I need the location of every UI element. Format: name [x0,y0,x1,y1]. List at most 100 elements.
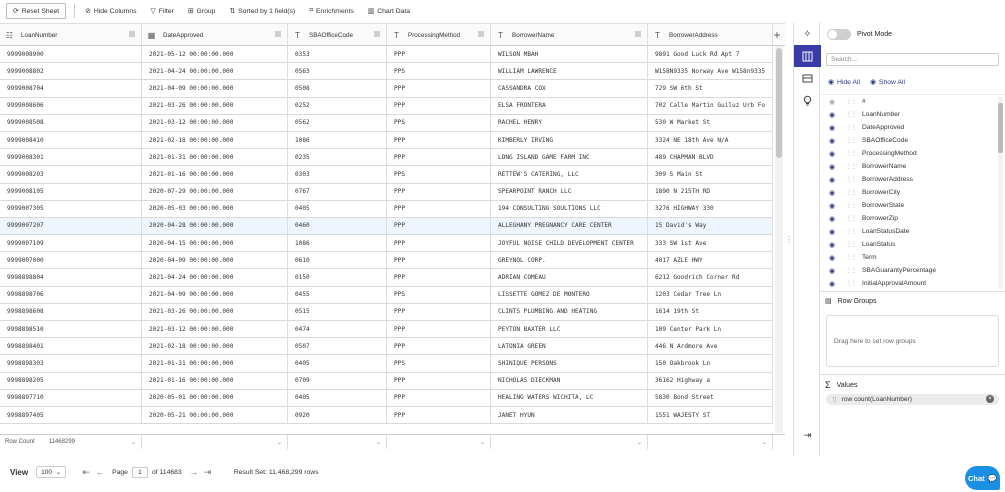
table-cell[interactable]: 446 N Ardmore Ave [648,338,773,355]
table-cell[interactable]: PPS [387,286,491,303]
table-cell[interactable]: NICHOLAS DIECKMAN [491,372,648,389]
table-cell[interactable]: PPP [387,406,491,424]
table-row[interactable]: 9999008606 2021-03-26 00:00:00.000 0252 PPP… [0,97,773,115]
table-cell[interactable]: 0235 [288,149,387,166]
table-cell[interactable]: ADRIAN COMEAU [491,269,648,286]
table-cell[interactable]: 9998898205 [0,372,142,389]
table-cell[interactable]: RETTEW'S CATERING, LLC [491,166,648,183]
table-cell[interactable]: 9998898303 [0,355,142,372]
column-header-borroweraddress[interactable]: T BorrowerAddress [648,24,773,46]
table-cell[interactable]: JOYFUL NOISE CHILD DEVELOPMENT CENTER [491,235,648,252]
drag-handle-icon[interactable]: ⋮⋮ [846,150,857,157]
chart-data-button[interactable]: ▥ Chart Data [362,3,416,19]
table-row[interactable]: 9998897405 2020-05-21 00:00:00.000 0920 PPP… [0,406,773,425]
table-cell[interactable]: 2021-01-31 00:00:00.000 [142,355,288,372]
table-cell[interactable]: PPP [387,303,491,320]
table-cell[interactable]: 1086 [288,131,387,149]
drag-handle-icon[interactable]: ⋮⋮ [846,98,857,105]
table-row[interactable]: 9999008410 2021-02-18 00:00:00.000 1086 PPP… [0,131,773,150]
table-cell[interactable]: 2021-01-31 00:00:00.000 [142,149,288,166]
group-button[interactable]: ⊞ Group [182,3,222,19]
table-cell[interactable]: 0563 [288,63,387,80]
table-row[interactable]: 9999008802 2021-04-24 00:00:00.000 0563 PPS… [0,63,773,81]
footer-aggregate-borroweraddress[interactable]: ⌄ [648,435,773,449]
table-row[interactable]: 9999008508 2021-03-12 00:00:00.000 0562 PPS… [0,114,773,132]
table-cell[interactable]: 2021-03-26 00:00:00.000 [142,97,288,114]
table-row[interactable]: 9999008105 2020-07-29 00:00:00.000 0767 PPP… [0,183,773,201]
drag-handle-icon[interactable]: ⋮⋮ [846,254,857,261]
drag-handle-icon[interactable]: ⋮⋮ [846,215,857,222]
table-row[interactable]: 9999007207 2020-04-28 00:00:00.000 0460 PPP… [0,217,773,236]
table-cell[interactable]: PPP [387,97,491,114]
table-panel-icon[interactable] [794,67,821,89]
table-cell[interactable]: 0515 [288,303,387,320]
table-cell[interactable]: 0920 [288,406,387,424]
column-header-loannumber[interactable]: ☷ LoanNumber [0,24,142,46]
table-row[interactable]: 9998898608 2021-03-26 00:00:00.000 0515 PPP… [0,303,773,321]
table-row[interactable]: 9999007000 2020-04-09 00:00:00.000 0610 PPP… [0,252,773,270]
table-cell[interactable]: 0252 [288,97,387,114]
lightbulb-icon[interactable] [794,89,821,111]
drag-handle-icon[interactable]: ⋮⋮ [846,228,857,235]
table-cell[interactable]: 2021-02-18 00:00:00.000 [142,131,288,149]
column-header-dateapproved[interactable]: ▦ DateApproved [142,24,288,46]
table-cell[interactable]: 0709 [288,372,387,389]
table-cell[interactable]: 1086 [288,235,387,252]
table-cell[interactable]: PPP [387,372,491,389]
table-row[interactable]: 9998898804 2021-04-24 00:00:00.000 0150 PPP… [0,269,773,287]
drag-handle-icon[interactable]: ⋮⋮ [846,176,857,183]
table-cell[interactable]: 9999008508 [0,114,142,131]
column-list-item[interactable]: ◉ ⋮⋮ InitialApprovalAmount [820,277,1005,290]
table-cell[interactable]: 5830 Bond Street [648,389,773,406]
table-cell[interactable]: LISSETTE GOMEZ DE MONTERO [491,286,648,303]
table-cell[interactable]: 36162 Highway a [648,372,773,389]
collapse-panel-icon[interactable]: ⇥ [794,428,821,442]
table-cell[interactable]: 0303 [288,166,387,183]
drag-handle-icon[interactable]: ⋮⋮ [846,267,857,274]
column-menu-icon[interactable] [478,31,484,37]
table-cell[interactable]: 9998898401 [0,338,142,355]
value-chip[interactable]: ⠿ row count(LoanNumber) × [826,394,999,405]
eye-icon[interactable]: ◉ [829,254,839,262]
page-size-select[interactable]: 100 ⌄ [36,466,67,478]
row-groups-dropzone[interactable]: Drag here to set row groups [826,315,999,367]
table-cell[interactable]: 0507 [288,338,387,355]
table-cell[interactable]: 194 CONSULTING SOULTIONS LLC [491,200,648,217]
eye-icon[interactable]: ◉ [829,280,839,288]
footer-aggregate-sbaofficecode[interactable]: ⌄ [288,435,387,449]
table-cell[interactable]: 2021-03-26 00:00:00.000 [142,303,288,320]
eye-icon[interactable]: ◉ [829,267,839,275]
table-cell[interactable]: PPP [387,338,491,355]
column-header-processingmethod[interactable]: T ProcessingMethod [387,24,491,46]
table-cell[interactable]: 2020-07-29 00:00:00.000 [142,183,288,200]
table-cell[interactable]: 2021-01-16 00:00:00.000 [142,372,288,389]
table-cell[interactable]: 9999007207 [0,217,142,235]
table-cell[interactable]: SHINIQUE PERSONS [491,355,648,372]
table-cell[interactable]: 2020-05-03 00:00:00.000 [142,200,288,217]
table-row[interactable]: 9999007109 2020-04-15 00:00:00.000 1086 PPP… [0,235,773,253]
table-cell[interactable]: 9998898706 [0,286,142,303]
column-list-item[interactable]: ◉ ⋮⋮ LoanStatusDate [820,225,1005,238]
column-list-item[interactable]: ◉ ⋮⋮ BorrowerName [820,160,1005,173]
table-cell[interactable]: PPP [387,80,491,97]
table-cell[interactable]: 2021-03-12 00:00:00.000 [142,321,288,338]
table-row[interactable]: 9998898401 2021-02-18 00:00:00.000 0507 PPP… [0,338,773,356]
table-cell[interactable]: LONG ISLAND GAME FARM INC [491,149,648,166]
table-cell[interactable]: 9891 Good Luck Rd Apt 7 [648,46,773,63]
table-cell[interactable]: PEYTON BAXTER LLC [491,321,648,338]
table-cell[interactable]: 2021-04-24 00:00:00.000 [142,269,288,286]
table-cell[interactable]: PPP [387,46,491,63]
table-cell[interactable]: 0405 [288,389,387,406]
table-cell[interactable]: 0767 [288,183,387,200]
table-cell[interactable]: PPP [387,131,491,149]
table-cell[interactable]: 9999008802 [0,63,142,80]
table-cell[interactable]: 0460 [288,217,387,235]
eye-icon[interactable]: ◉ [829,98,839,106]
table-cell[interactable]: 2021-03-12 00:00:00.000 [142,114,288,131]
column-list-scrollbar[interactable] [998,97,1003,289]
column-list-item[interactable]: ◉ ⋮⋮ BorrowerZip [820,212,1005,225]
table-row[interactable]: 9999007305 2020-05-03 00:00:00.000 0405 PPP… [0,200,773,218]
table-cell[interactable]: 9998898804 [0,269,142,286]
table-cell[interactable]: LATONIA GREEN [491,338,648,355]
table-cell[interactable]: PPS [387,114,491,131]
